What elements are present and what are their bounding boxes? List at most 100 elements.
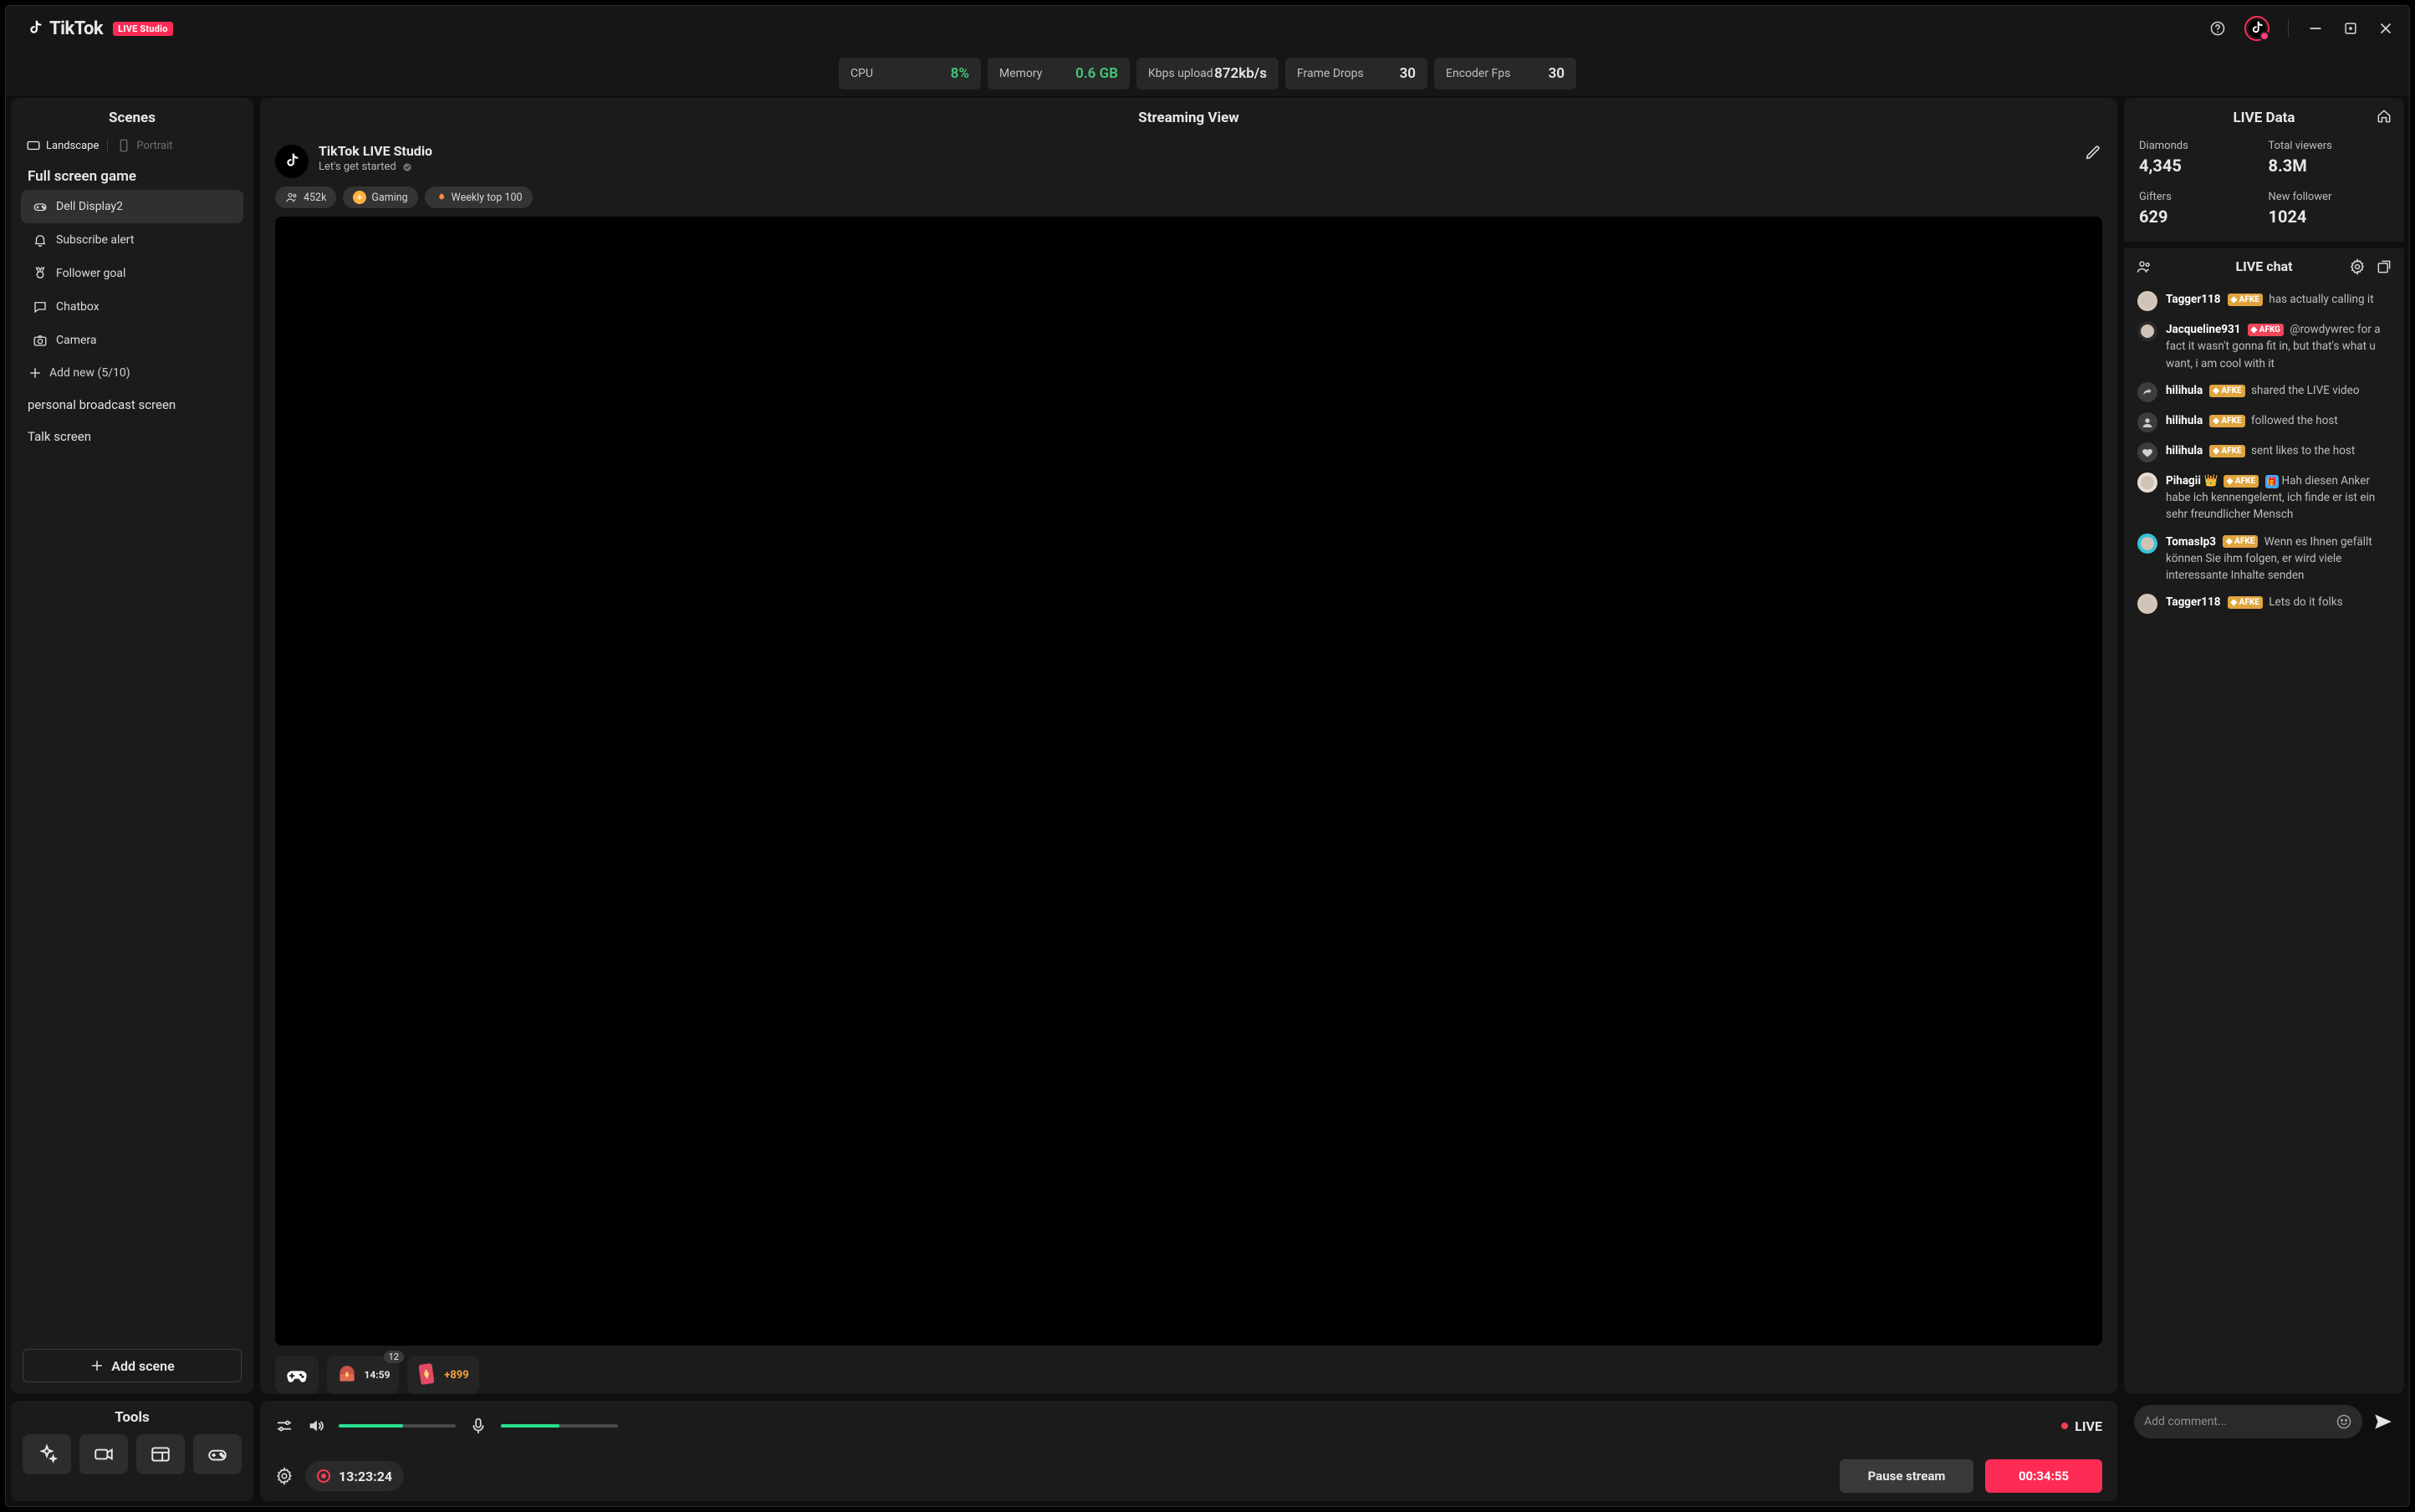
source-camera[interactable]: Camera: [21, 324, 243, 357]
pause-stream-button[interactable]: Pause stream: [1840, 1459, 1973, 1493]
mic-volume-slider[interactable]: [501, 1424, 618, 1428]
chat-text: followed the host: [2251, 414, 2338, 427]
streaming-view-panel: Streaming View TikTok LIVE Studio Let's …: [260, 98, 2117, 1394]
chat-username[interactable]: hilihula: [2166, 414, 2203, 427]
metric-new-follower: New follower1024: [2269, 191, 2390, 227]
gaming-chip[interactable]: Gaming: [343, 186, 417, 208]
verified-icon: [401, 161, 413, 173]
treasure-card[interactable]: 12 14:59: [327, 1356, 399, 1394]
live-timer-label: 00:34:55: [2019, 1469, 2069, 1484]
weekly-top-chip[interactable]: Weekly top 100: [425, 186, 533, 208]
stats-bar: CPU8% Memory0.6 GB Kbps upload872kb/s Fr…: [6, 51, 2409, 97]
chat-username[interactable]: hilihula: [2166, 444, 2203, 457]
send-button[interactable]: [2372, 1411, 2394, 1433]
sliders-icon: [275, 1417, 294, 1435]
record-pill[interactable]: 13:23:24: [305, 1461, 404, 1491]
scene-personal-broadcast[interactable]: personal broadcast screen: [11, 389, 253, 421]
chat-message: hilihula◆ AFKE sent likes to the host: [2134, 437, 2397, 467]
chat-username[interactable]: Pihagii: [2166, 474, 2201, 488]
chat-avatar: [2137, 412, 2157, 432]
window-close-icon[interactable]: [2377, 20, 2394, 37]
chat-message: Pihagii👑◆ AFKE🎁 Hah diesen Anker habe ic…: [2134, 467, 2397, 529]
add-new-label: Add new (5/10): [49, 366, 130, 380]
viewers-count: 452k: [304, 192, 326, 204]
chat-message: hilihula ◆ AFKE followed the host: [2134, 407, 2397, 437]
scene-talk-screen[interactable]: Talk screen: [11, 421, 253, 452]
source-subscribe-alert[interactable]: Subscribe alert: [21, 223, 243, 257]
speaker-button[interactable]: [307, 1417, 325, 1435]
pencil-icon: [2084, 143, 2102, 161]
tools-panel: Tools: [11, 1401, 253, 1501]
emoji-icon[interactable]: [2336, 1413, 2352, 1430]
edit-room-button[interactable]: [2084, 143, 2102, 161]
chat-input-row: Add comment...: [2124, 1342, 2404, 1501]
source-dell-display[interactable]: Dell Display2: [21, 190, 243, 223]
tool-game[interactable]: [193, 1434, 242, 1474]
layout-icon: [150, 1443, 171, 1465]
chat-icon: [33, 299, 48, 314]
profile-avatar[interactable]: [2244, 16, 2269, 41]
stat-frame-drops: Frame Drops30: [1285, 58, 1427, 89]
live-data-panel: LIVE Data Diamonds4,345 Total viewers8.3…: [2124, 98, 2404, 1394]
live-label: LIVE: [2075, 1418, 2102, 1434]
chat-popout-icon[interactable]: [2376, 258, 2392, 275]
live-timer-button[interactable]: 00:34:55: [1985, 1459, 2102, 1493]
bonus-card[interactable]: +899: [407, 1356, 479, 1394]
stream-preview[interactable]: [275, 217, 2102, 1346]
chat-input[interactable]: Add comment...: [2134, 1405, 2362, 1438]
chat-message: hilihula◆ AFKE shared the LIVE video: [2134, 377, 2397, 407]
orientation-portrait[interactable]: Portrait: [116, 138, 172, 153]
speaker-volume-slider[interactable]: [339, 1424, 456, 1428]
treasure-chest-icon: [336, 1364, 358, 1386]
stat-cpu: CPU8%: [839, 58, 981, 89]
weekly-top-label: Weekly top 100: [452, 192, 523, 204]
chat-username[interactable]: Tagger118: [2166, 293, 2221, 306]
mic-button[interactable]: [469, 1417, 488, 1435]
mixer-settings-button[interactable]: [275, 1417, 294, 1435]
chat-avatar: [2137, 291, 2157, 311]
chat-badge: ◆ AFKE: [2228, 294, 2263, 306]
plus-icon: [28, 365, 43, 381]
scene-group-title[interactable]: Full screen game: [11, 161, 253, 190]
chat-messages[interactable]: Tagger118◆ AFKE has actually calling it …: [2124, 284, 2404, 1394]
metric-diamonds: Diamonds4,345: [2139, 140, 2260, 176]
add-scene-button[interactable]: Add scene: [23, 1349, 242, 1382]
tool-camera[interactable]: [79, 1434, 128, 1474]
chat-badge: ◆ AFKE: [2209, 415, 2244, 427]
live-dot-icon: [2061, 1423, 2068, 1429]
source-chatbox[interactable]: Chatbox: [21, 290, 243, 324]
gaming-label: Gaming: [371, 192, 407, 204]
orientation-landscape[interactable]: Landscape: [26, 138, 99, 153]
window-minimize-icon[interactable]: [2307, 20, 2324, 37]
chat-avatar: [2137, 472, 2157, 493]
settings-button[interactable]: [275, 1467, 294, 1485]
chat-username[interactable]: Tagger118: [2166, 595, 2221, 609]
gamepad-icon: [285, 1363, 309, 1387]
source-label: Chatbox: [56, 300, 100, 314]
chat-username[interactable]: TomasIp3: [2166, 535, 2216, 549]
add-new-source[interactable]: Add new (5/10): [11, 357, 253, 389]
gift-icon: 🎁: [2265, 475, 2279, 488]
chat-text: Lets do it folks: [2269, 595, 2342, 609]
card-icon: [417, 1362, 437, 1387]
chat-settings-icon[interactable]: [2349, 258, 2366, 275]
chat-username[interactable]: Jacqueline931: [2166, 323, 2241, 336]
home-icon[interactable]: [2376, 108, 2392, 125]
sparkle-icon: [36, 1443, 58, 1465]
chat-username[interactable]: hilihula: [2166, 384, 2203, 397]
pause-stream-label: Pause stream: [1868, 1469, 1946, 1484]
help-icon[interactable]: [2209, 20, 2226, 37]
treasure-badge: 12: [384, 1351, 404, 1363]
source-follower-goal[interactable]: Follower goal: [21, 257, 243, 290]
tool-effects[interactable]: [23, 1434, 71, 1474]
window-maximize-icon[interactable]: [2342, 20, 2359, 37]
plus-circle-icon: [353, 191, 366, 204]
chat-people-icon[interactable]: [2136, 258, 2152, 275]
game-card[interactable]: [275, 1356, 319, 1394]
record-elapsed: 13:23:24: [339, 1469, 392, 1484]
tool-layout[interactable]: [136, 1434, 185, 1474]
room-avatar: [275, 145, 309, 178]
chat-badge: ◆ AFKG: [2248, 324, 2284, 336]
chat-avatar: [2137, 594, 2157, 614]
title-bar: TikTok LIVE Studio: [6, 6, 2409, 51]
